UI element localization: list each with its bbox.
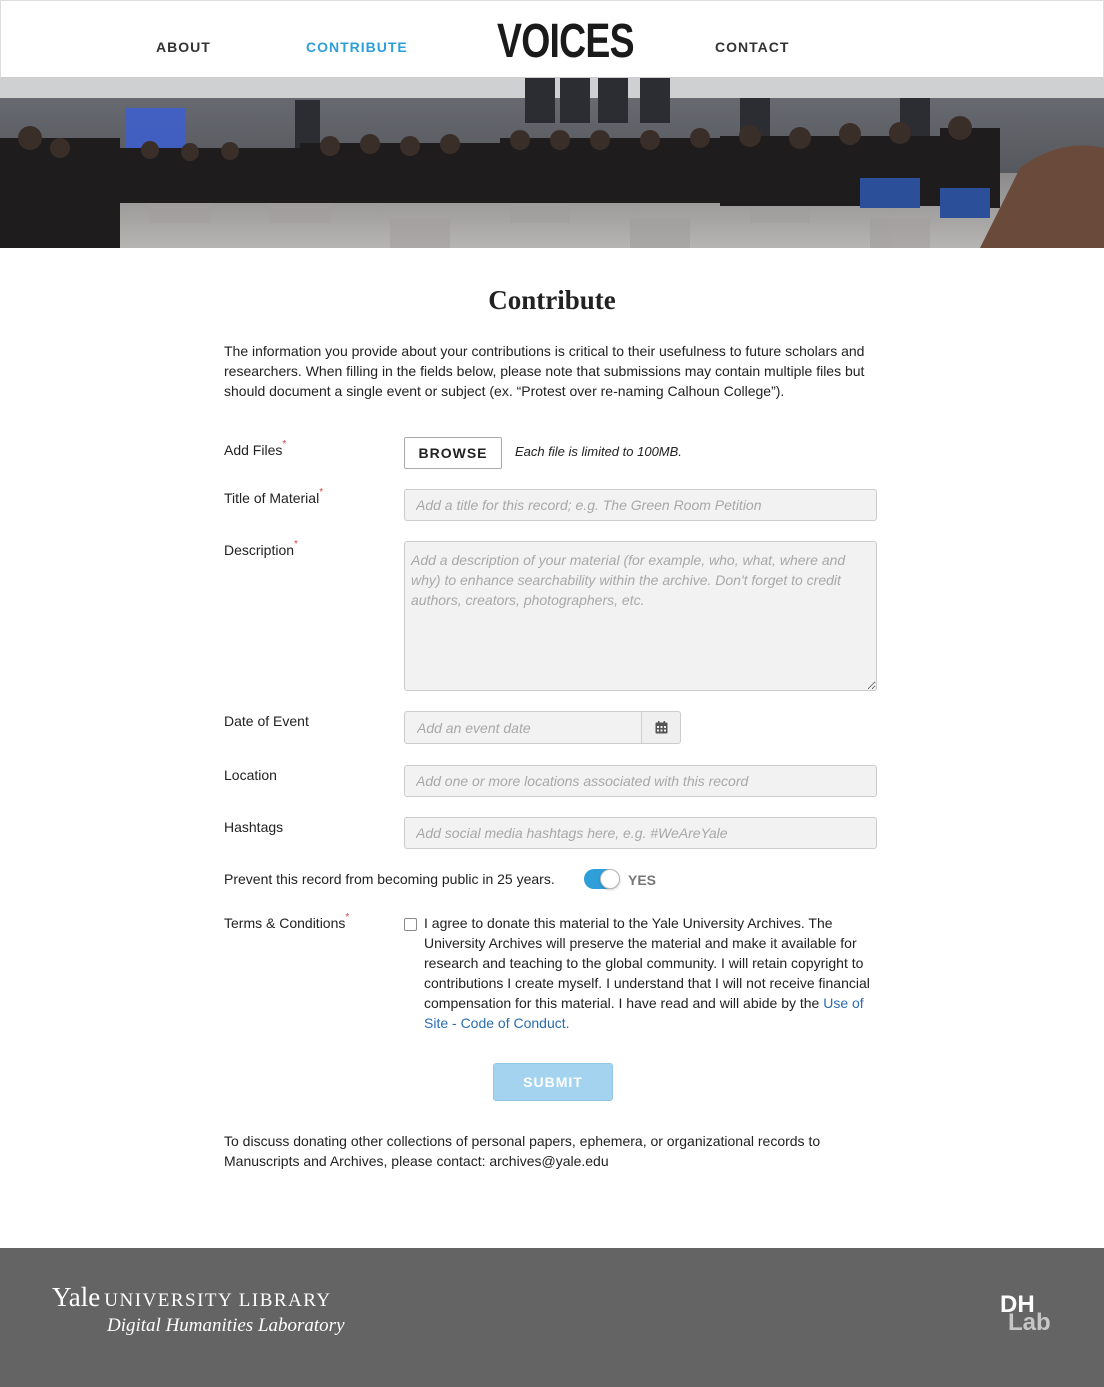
nav-about-link[interactable]: ABOUT (156, 39, 211, 55)
voices-logo[interactable]: VOICES (497, 17, 635, 67)
terms-checkbox[interactable] (404, 918, 417, 931)
toggle-knob (600, 869, 620, 889)
university-library-text: UNIVERSITY LIBRARY (104, 1290, 332, 1311)
title-label-text: Title of Material (224, 490, 320, 506)
add-files-label: Add Files* (224, 439, 287, 458)
yale-wordmark: Yale (52, 1282, 101, 1312)
required-mark: * (282, 439, 287, 450)
location-label: Location (224, 767, 277, 783)
submit-button[interactable]: SUBMIT (493, 1063, 613, 1101)
voices-logo-text: VOICES (497, 15, 635, 68)
calendar-button[interactable] (641, 711, 681, 744)
hashtags-label: Hashtags (224, 819, 284, 835)
calendar-icon (655, 721, 667, 734)
description-label: Description* (224, 539, 298, 558)
date-label: Date of Event (224, 713, 309, 729)
donate-note: To discuss donating other collections of… (224, 1133, 821, 1169)
terms-label: Terms & Conditions* (224, 912, 350, 931)
required-mark: * (345, 912, 350, 923)
hashtags-input[interactable] (404, 817, 877, 849)
dh-lab-logo[interactable]: DH Lab (998, 1288, 1060, 1334)
description-label-text: Description (224, 542, 295, 558)
title-label: Title of Material* (224, 487, 324, 506)
browse-button[interactable]: BROWSE (404, 437, 502, 469)
nav-contribute-link[interactable]: CONTRIBUTE (306, 39, 408, 55)
banner-photo-illustration (0, 78, 1104, 248)
prevent-public-label: Prevent this record from becoming public… (224, 871, 555, 887)
title-input[interactable] (404, 489, 877, 521)
add-files-label-text: Add Files (224, 442, 283, 458)
yale-library-logo[interactable]: Yale UNIVERSITY LIBRARY (52, 1282, 332, 1313)
terms-label-text: Terms & Conditions (224, 915, 346, 931)
prevent-public-toggle[interactable] (584, 869, 620, 889)
file-size-note: Each file is limited to 100MB. (515, 444, 682, 459)
required-mark: * (319, 487, 324, 498)
required-mark: * (294, 539, 298, 550)
page-title: Contribute (488, 285, 616, 315)
svg-text:Lab: Lab (1008, 1309, 1051, 1334)
terms-text: I agree to donate this material to the Y… (424, 913, 876, 1033)
dhl-text: Digital Humanities Laboratory (107, 1315, 345, 1336)
nav-contact-link[interactable]: CONTACT (715, 39, 789, 55)
toggle-state-label: YES (628, 872, 657, 888)
date-picker (404, 711, 681, 744)
date-input[interactable] (404, 711, 642, 744)
location-input[interactable] (404, 765, 877, 797)
banner-photo (0, 78, 1104, 248)
intro-text: The information you provide about your c… (224, 343, 865, 399)
terms-body: I agree to donate this material to the Y… (424, 915, 870, 1011)
description-textarea[interactable] (404, 541, 877, 691)
site-header: ABOUT CONTRIBUTE VOICES CONTACT (0, 0, 1104, 78)
